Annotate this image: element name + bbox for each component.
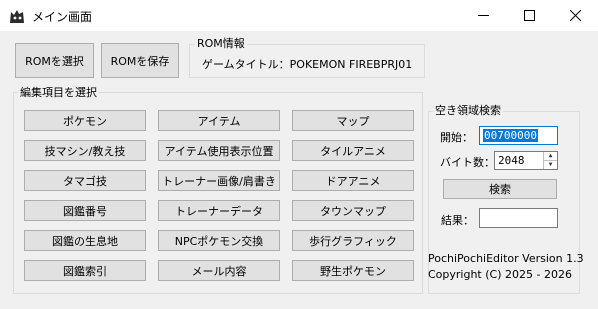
edit-button-label: アイテム使用表示位置 [164,144,274,158]
result-label: 結果： [441,214,474,227]
select-rom-button[interactable]: ROMを選択 [15,43,94,78]
free-space-legend: 空き領域検索 [433,104,503,117]
edit-button-4-0[interactable]: 図鑑の生息地 [24,230,146,251]
close-button[interactable] [552,0,598,31]
edit-button-label: メール内容 [191,264,247,278]
edit-button-1-1[interactable]: アイテム使用表示位置 [158,140,280,161]
edit-button-label: 図鑑索引 [63,264,107,278]
edit-button-0-2[interactable]: マップ [292,110,414,131]
cat-app-icon [10,10,24,23]
edit-button-label: タマゴ技 [63,174,107,188]
edit-button-label: NPCポケモン交換 [174,234,264,248]
save-rom-button[interactable]: ROMを保存 [101,43,179,78]
edit-button-label: トレーナーデータ [175,204,263,218]
edit-button-0-0[interactable]: ポケモン [24,110,146,131]
edit-button-0-1[interactable]: アイテム [158,110,280,131]
maximize-icon [523,10,535,21]
edit-button-label: タウンマップ [320,204,386,218]
result-field[interactable] [479,208,558,228]
start-label: 開始： [440,131,473,144]
rom-info-legend: ROM情報 [195,37,247,50]
edit-button-label: マップ [336,114,370,128]
maximize-button[interactable] [506,0,552,31]
edit-button-3-2[interactable]: タウンマップ [292,200,414,221]
minimize-button[interactable] [460,0,506,31]
search-button[interactable]: 検索 [443,179,557,199]
bytes-value: 2048 [498,154,525,167]
edit-button-label: ポケモン [63,114,107,128]
bytes-spinbox[interactable]: 2048 ▲ ▼ [494,151,558,170]
edit-button-label: 歩行グラフィック [309,234,397,248]
edit-button-4-1[interactable]: NPCポケモン交換 [158,230,280,251]
edit-button-label: トレーナー画像/肩書き [162,174,276,188]
edit-items-legend: 編集項目を選択 [18,86,99,99]
window-title: メイン画面 [32,10,93,24]
bytes-label: バイト数： [440,156,495,169]
title-bar[interactable]: メイン画面 [0,0,598,31]
edit-button-5-2[interactable]: 野生ポケモン [292,260,414,281]
edit-button-1-2[interactable]: タイルアニメ [292,140,414,161]
edit-button-label: アイテム [197,114,241,128]
minimize-icon [477,15,489,16]
close-icon [569,10,581,21]
edit-button-5-1[interactable]: メール内容 [158,260,280,281]
version-text: PochiPochiEditor Version 1.3 [428,252,584,265]
edit-button-3-1[interactable]: トレーナーデータ [158,200,280,221]
spin-down-icon[interactable]: ▼ [544,161,557,170]
edit-button-label: 図鑑番号 [63,204,107,218]
edit-button-3-0[interactable]: 図鑑番号 [24,200,146,221]
edit-button-5-0[interactable]: 図鑑索引 [24,260,146,281]
edit-button-4-2[interactable]: 歩行グラフィック [292,230,414,251]
bytes-spinner[interactable]: ▲ ▼ [543,152,557,169]
copyright-text: Copyright (C) 2025 - 2026 [428,268,572,281]
start-address-input[interactable]: 00700000 [479,126,558,145]
game-title-label: ゲームタイトル：POKEMON FIREBPRJ01 [202,58,413,71]
edit-button-label: ドアアニメ [325,174,381,188]
edit-button-1-0[interactable]: 技マシン/教え技 [24,140,146,161]
edit-button-label: 野生ポケモン [320,264,386,278]
start-address-value: 00700000 [483,129,538,142]
spin-up-icon[interactable]: ▲ [544,152,557,161]
edit-button-label: タイルアニメ [320,144,386,158]
edit-button-2-0[interactable]: タマゴ技 [24,170,146,191]
edit-button-label: 図鑑の生息地 [52,234,118,248]
edit-button-2-2[interactable]: ドアアニメ [292,170,414,191]
edit-button-label: 技マシン/教え技 [44,144,126,158]
edit-button-2-1[interactable]: トレーナー画像/肩書き [158,170,280,191]
